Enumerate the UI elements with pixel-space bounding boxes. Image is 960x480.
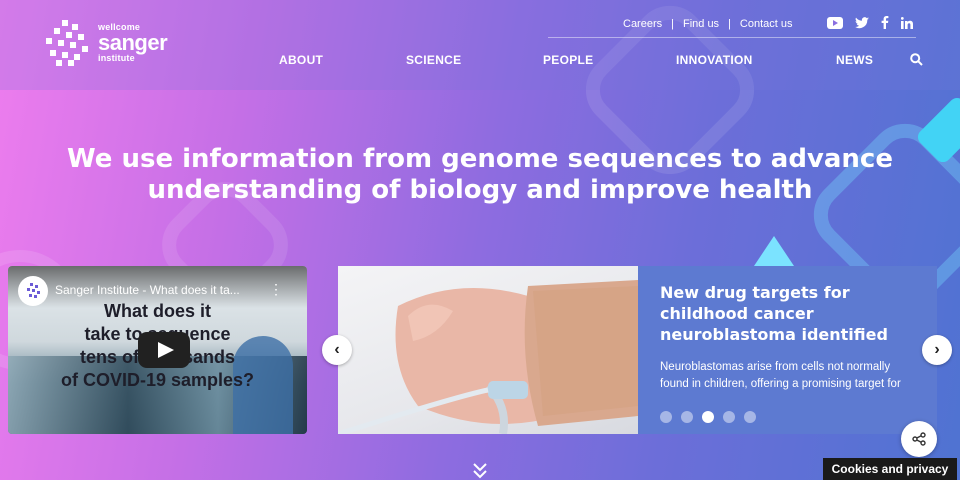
logo-mark-icon xyxy=(44,20,90,66)
social-links xyxy=(827,16,913,34)
careers-link[interactable]: Careers xyxy=(623,18,662,30)
hero-line-1: We use information from genome sequences… xyxy=(67,144,893,174)
cookies-and-privacy-button[interactable]: Cookies and privacy xyxy=(823,458,957,480)
nav-science[interactable]: SCIENCE xyxy=(406,53,461,67)
carousel-title[interactable]: New drug targets for childhood cancer ne… xyxy=(660,282,915,345)
share-icon xyxy=(912,432,926,446)
nav-innovation[interactable]: INNOVATION xyxy=(676,53,753,67)
video-embed[interactable]: Sanger Institute - What does it ta... ⋮ … xyxy=(8,266,307,434)
nav-news[interactable]: NEWS xyxy=(836,53,873,67)
utility-divider xyxy=(548,37,916,38)
more-vert-icon[interactable]: ⋮ xyxy=(269,281,283,298)
find-us-link[interactable]: Find us xyxy=(683,18,719,30)
carousel-dot[interactable] xyxy=(723,411,735,423)
contact-us-link[interactable]: Contact us xyxy=(740,18,793,30)
carousel-image[interactable] xyxy=(338,266,638,434)
chevron-right-icon: › xyxy=(934,341,940,358)
twitter-icon[interactable] xyxy=(855,16,869,34)
share-button[interactable] xyxy=(901,421,937,457)
linkedin-icon[interactable] xyxy=(900,16,913,34)
carousel-dot[interactable] xyxy=(681,411,693,423)
carousel-dot[interactable] xyxy=(744,411,756,423)
search-icon[interactable] xyxy=(910,53,923,71)
video-text-line: What does it xyxy=(104,301,211,321)
facebook-icon[interactable] xyxy=(881,16,889,34)
link-separator: | xyxy=(728,18,731,30)
link-separator: | xyxy=(671,18,674,30)
nav-people[interactable]: PEOPLE xyxy=(543,53,593,67)
logo-line-2: sanger xyxy=(98,30,168,55)
hero-line-2: understanding of biology and improve hea… xyxy=(147,175,813,205)
carousel-next-button[interactable]: › xyxy=(922,335,952,365)
hero-headline: We use information from genome sequences… xyxy=(0,144,960,206)
carousel-caption: New drug targets for childhood cancer ne… xyxy=(638,266,937,434)
chevron-left-icon: ‹ xyxy=(334,341,340,358)
play-icon[interactable] xyxy=(138,332,190,368)
carousel-dots xyxy=(660,411,756,423)
carousel-dot[interactable] xyxy=(660,411,672,423)
scroll-down-icon[interactable] xyxy=(472,462,488,480)
video-title[interactable]: Sanger Institute - What does it ta... xyxy=(55,283,240,297)
carousel-dot-active[interactable] xyxy=(702,411,714,423)
child-hand-illustration xyxy=(338,280,638,434)
nav-about[interactable]: ABOUT xyxy=(279,53,323,67)
decor-triangle-cyan xyxy=(754,236,794,266)
video-text-line: of COVID-19 samples? xyxy=(60,370,255,390)
carousel-prev-button[interactable]: ‹ xyxy=(322,335,352,365)
youtube-icon[interactable] xyxy=(827,16,843,34)
sanger-logo[interactable]: wellcome sanger institute xyxy=(44,20,168,66)
carousel-description: Neuroblastomas arise from cells not norm… xyxy=(660,361,901,390)
utility-links: Careers | Find us | Contact us xyxy=(623,18,793,30)
logo-line-3: institute xyxy=(98,53,135,63)
